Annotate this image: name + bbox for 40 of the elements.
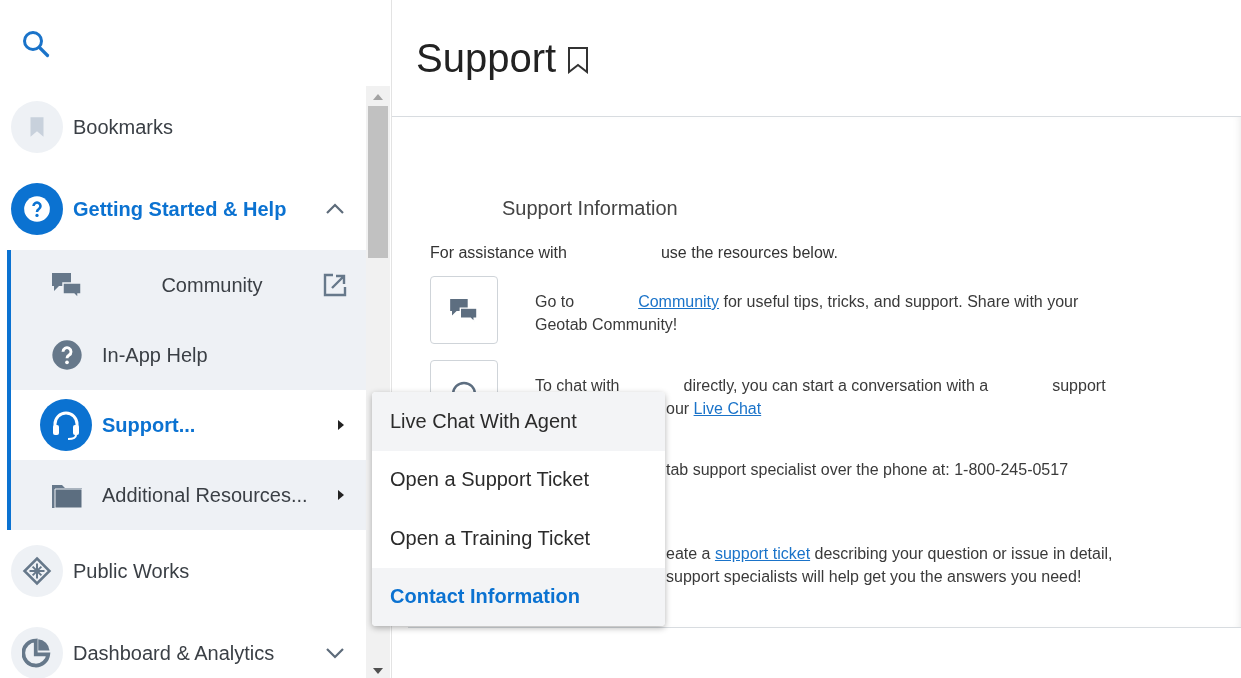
- menu-item[interactable]: Open a Support Ticket: [372, 450, 665, 509]
- nav-subitem[interactable]: Community: [11, 250, 366, 320]
- chevron-down-icon[interactable]: [325, 647, 345, 659]
- menu-item[interactable]: Open a Training Ticket: [372, 509, 665, 568]
- body-text: our: [666, 400, 691, 417]
- body-text: To chat with: [535, 377, 620, 394]
- nav-item[interactable]: Dashboard & Analytics: [73, 641, 325, 665]
- body-text: directly, you can start a conversation with a: [683, 377, 989, 394]
- chat-icon: [51, 272, 83, 298]
- help-icon: [51, 339, 83, 371]
- body-text: Go to: [535, 293, 575, 310]
- menu-item[interactable]: Contact Information: [372, 567, 665, 626]
- chat-icon[interactable]: [430, 276, 498, 344]
- body-text: Geotab Community!: [535, 316, 678, 333]
- nav-subitem[interactable]: Additional Resources...: [11, 460, 366, 530]
- section-heading: Support Information: [502, 197, 679, 220]
- body-text: describing your question or issue in detail,: [813, 545, 1113, 562]
- headset-icon: [40, 399, 92, 451]
- link[interactable]: Community: [638, 293, 720, 310]
- scroll-down-icon[interactable]: [373, 668, 383, 674]
- nav-subitem[interactable]: In-App Help: [11, 320, 366, 390]
- menu-item[interactable]: Live Chat With Agent: [372, 392, 665, 451]
- nav-item[interactable]: Public Works: [73, 559, 366, 583]
- nav-item[interactable]: Getting Started & Help: [73, 197, 325, 221]
- search-icon[interactable]: [22, 30, 50, 58]
- body-text: support specialists will help get you the answers you need!: [666, 568, 1082, 585]
- link[interactable]: Live Chat: [693, 400, 762, 417]
- body-text: For assistance with: [430, 244, 567, 262]
- bookmark-icon[interactable]: [566, 46, 591, 74]
- external-link-icon[interactable]: [322, 272, 348, 298]
- body-text: use the resources below.: [660, 244, 838, 262]
- page-title: Support: [416, 35, 557, 81]
- scrollbar-thumb[interactable]: [368, 106, 388, 258]
- nav-item[interactable]: Bookmarks: [73, 115, 366, 139]
- body-text: for useful tips, tricks, and support. Share with your: [722, 293, 1079, 310]
- body-text: tab support specialist over the phone at: 1-800-245-0517: [666, 461, 1069, 478]
- chevron-up-icon[interactable]: [325, 203, 345, 215]
- body-text: support: [1052, 377, 1106, 394]
- body-text: eate a: [666, 545, 712, 562]
- link[interactable]: support ticket: [714, 545, 811, 562]
